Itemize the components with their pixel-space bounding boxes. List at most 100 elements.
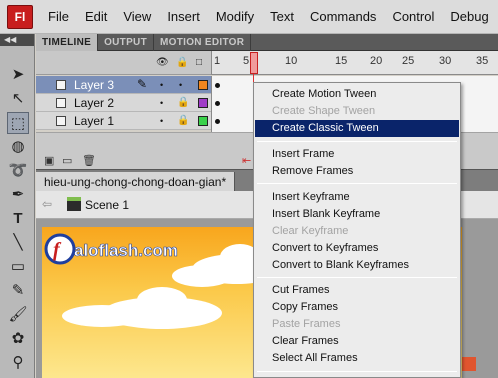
scene-clapper-icon [67,197,81,211]
cloud-shape [162,311,192,325]
menu-item-clear-frames[interactable]: Clear Frames [255,333,459,350]
free-transform-tool-icon[interactable]: ⬚ [7,112,29,134]
show-hide-all-eye-icon[interactable]: 👁 [156,57,169,68]
text-tool-icon[interactable]: T [7,208,29,230]
lock-icon[interactable]: 🔒 [177,97,189,108]
tab-motion-editor[interactable]: MOTION EDITOR [154,34,252,51]
new-folder-icon[interactable]: ▭ [62,154,72,167]
menu-item-insert-keyframe[interactable]: Insert Keyframe [255,189,459,206]
flash-app-icon[interactable]: Fl [7,5,33,29]
layer-name[interactable]: Layer 2 [74,96,114,110]
3d-rotation-tool-icon[interactable]: ◍ [7,136,29,158]
panel-tab-bar: TIMELINE OUTPUT MOTION EDITOR [36,34,498,51]
pencil-tool-icon[interactable]: ✎ [7,280,29,302]
layer-outline-color[interactable] [198,98,208,108]
menu-item-select-all-frames[interactable]: Select All Frames [255,350,459,367]
brush-tool-icon[interactable]: 🖌 [7,304,29,326]
layer-icon [56,98,66,108]
layer-icon [56,116,66,126]
layer-outline-color[interactable] [198,80,208,90]
visibility-dot-icon[interactable]: • [160,80,163,90]
new-layer-icon[interactable]: ▣ [44,154,54,167]
cloud-shape [137,287,187,313]
menu-item-create-classic-tween[interactable]: Create Classic Tween [255,120,459,137]
visibility-dot-icon[interactable]: • [160,98,163,108]
menu-item-convert-to-blank-keyframes[interactable]: Convert to Blank Keyframes [255,257,459,274]
pencil-icon: ✎ [137,77,148,91]
bone-tool-icon[interactable]: ⚲ [7,352,29,374]
subselection-tool-icon[interactable]: ↖ [7,88,29,110]
menu-item-remove-frames[interactable]: Remove Frames [255,163,459,180]
pen-tool-icon[interactable]: ✒ [7,184,29,206]
flash-window: Fl File Edit View Insert Modify Text Com… [0,0,498,378]
keyframe-dot[interactable] [215,83,220,88]
tab-output[interactable]: OUTPUT [98,34,154,51]
context-menu: Create Motion Tween Create Shape Tween C… [253,82,461,378]
center-frame-icon[interactable]: ⇤ [242,154,251,167]
cloud-shape [172,265,232,287]
ruler-tick-label: 35 [476,55,489,67]
menu-commands[interactable]: Commands [302,0,384,34]
menu-bar: Fl File Edit View Insert Modify Text Com… [0,0,498,34]
line-tool-icon[interactable]: ╲ [7,232,29,254]
ruler-tick-label: 1 [214,55,221,67]
lock-dot-icon[interactable]: • [179,80,182,90]
menu-item-clear-keyframe: Clear Keyframe [272,225,349,237]
layer-outline-color[interactable] [198,116,208,126]
outline-all-icon[interactable]: □ [196,57,202,68]
deco-tool-icon[interactable]: ✿ [7,328,29,350]
keyframe-dot[interactable] [215,101,220,106]
lasso-tool-icon[interactable]: ➰ [7,160,29,182]
ruler-tick-label: 20 [370,55,383,67]
menu-edit[interactable]: Edit [77,0,115,34]
visibility-dot-icon[interactable]: • [160,116,163,126]
menu-item-create-shape-tween: Create Shape Tween [272,105,376,117]
back-arrow-icon[interactable]: ⇦ [42,197,52,211]
layer-name[interactable]: Layer 1 [74,114,114,128]
menu-item-paste-frames: Paste Frames [272,318,341,330]
keyframe-dot[interactable] [215,119,220,124]
lock-icon[interactable]: 🔒 [177,115,189,126]
menu-view[interactable]: View [115,0,159,34]
ruler-tick-label: 30 [439,55,452,67]
menu-item-cut-frames[interactable]: Cut Frames [255,282,459,299]
menu-item-convert-to-keyframes[interactable]: Convert to Keyframes [255,240,459,257]
menu-text[interactable]: Text [262,0,302,34]
layer-row-1[interactable]: Layer 1 • 🔒 [36,112,211,130]
menu-separator [257,277,457,278]
roof-shape [462,357,476,371]
playhead[interactable] [250,52,258,74]
menu-insert[interactable]: Insert [159,0,208,34]
menu-separator [257,371,457,372]
menu-separator [257,141,457,142]
layer-row-2[interactable]: Layer 2 • 🔒 [36,94,211,112]
aloflash-logo: f aloflash.com [44,233,178,265]
selection-tool-icon[interactable]: ➤ [7,64,29,86]
layer-name[interactable]: Layer 3 [74,78,114,92]
tools-collapse-icon[interactable]: ◀◀ [0,34,34,46]
menu-item-insert-blank-keyframe[interactable]: Insert Blank Keyframe [255,206,459,223]
layer-icon [56,80,66,90]
menu-item-insert-frame[interactable]: Insert Frame [255,146,459,163]
layer-row-3[interactable]: Layer 3 ✎ • • [36,76,211,94]
ruler-tick-label: 25 [402,55,415,67]
ruler-tick-label: 10 [285,55,298,67]
menu-modify[interactable]: Modify [208,0,262,34]
rectangle-tool-icon[interactable]: ▭ [7,256,29,278]
menu-list: File Edit View Insert Modify Text Comman… [40,0,498,34]
menu-item-copy-frames[interactable]: Copy Frames [255,299,459,316]
document-tab[interactable]: hieu-ung-chong-chong-doan-gian* [36,172,236,192]
cloud-shape [62,305,142,327]
tools-panel: ◀◀ ➤ ↖ ⬚ ◍ ➰ ✒ T ╲ ▭ ✎ 🖌 ✿ ⚲ [0,34,35,378]
lock-all-icon[interactable]: 🔒 [176,57,188,68]
menu-control[interactable]: Control [384,0,442,34]
tab-timeline[interactable]: TIMELINE [36,34,99,51]
menu-file[interactable]: File [40,0,77,34]
scene-label[interactable]: Scene 1 [85,198,129,212]
menu-debug[interactable]: Debug [442,0,496,34]
menu-separator [257,183,457,184]
ruler-tick-label: 15 [335,55,348,67]
svg-text:aloflash.com: aloflash.com [74,241,178,260]
delete-layer-icon[interactable]: 🗑 [82,154,96,167]
menu-item-create-motion-tween[interactable]: Create Motion Tween [255,86,459,103]
